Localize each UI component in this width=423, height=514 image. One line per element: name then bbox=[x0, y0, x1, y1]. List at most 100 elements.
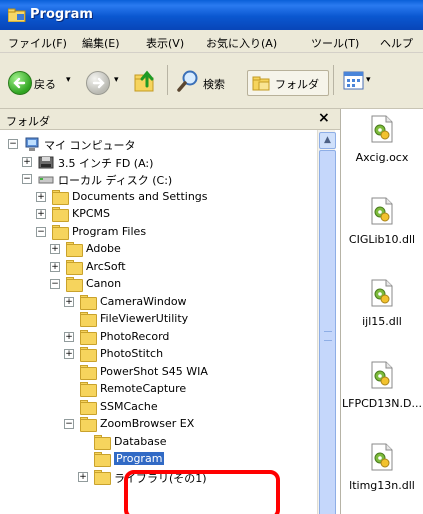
toolbar-separator bbox=[333, 65, 334, 95]
tree-item-label: Program bbox=[114, 452, 165, 465]
up-folder-icon[interactable] bbox=[133, 68, 159, 97]
folder-icon bbox=[94, 470, 111, 485]
grip-icon bbox=[324, 331, 332, 341]
folder-icon bbox=[94, 435, 111, 450]
forward-arrow-icon[interactable] bbox=[86, 71, 110, 95]
expand-icon[interactable]: + bbox=[50, 262, 60, 272]
folder-icon bbox=[80, 295, 97, 310]
menu-file[interactable]: ファイル(F) bbox=[8, 35, 67, 51]
folders-button-label: フォルダ bbox=[275, 78, 319, 91]
back-button-label[interactable]: 戻る bbox=[34, 76, 56, 92]
tree-item-label: ArcSoft bbox=[86, 260, 126, 273]
close-icon[interactable]: × bbox=[318, 110, 330, 126]
expand-icon[interactable]: + bbox=[50, 244, 60, 254]
folder-icon bbox=[94, 452, 111, 467]
scrollbar-thumb[interactable] bbox=[319, 150, 336, 514]
menu-bar: ファイル(F) 編集(E) 表示(V) お気に入り(A) ツール(T) ヘルプ bbox=[0, 30, 423, 53]
views-icon[interactable] bbox=[343, 71, 365, 94]
file-item[interactable]: CIGLib10.dll bbox=[341, 197, 423, 257]
file-list-pane: Axcig.ocx CIGLib10.dll ijl15.dll LFPCD13N.D… bbox=[341, 109, 423, 514]
toolbar: 戻る ▾ ▾ 検索 フォルダ ▾ bbox=[0, 53, 423, 109]
menu-help[interactable]: ヘルプ bbox=[380, 35, 413, 51]
folder-icon bbox=[80, 382, 97, 397]
file-name: CIGLib10.dll bbox=[348, 233, 416, 246]
dll-file-icon bbox=[370, 443, 394, 471]
toolbar-separator bbox=[167, 65, 168, 95]
tree-item-label: PhotoRecord bbox=[100, 330, 170, 343]
vertical-scrollbar[interactable]: ▲ bbox=[317, 130, 336, 514]
highlight-annotation bbox=[124, 470, 280, 514]
file-item[interactable]: LFPCD13N.D... bbox=[341, 361, 423, 421]
folder-icon bbox=[80, 312, 97, 327]
tree-item-label: ZoomBrowser EX bbox=[100, 417, 195, 430]
menu-tools[interactable]: ツール(T) bbox=[311, 35, 359, 51]
tree-item-label: CameraWindow bbox=[100, 295, 187, 308]
expand-icon[interactable]: + bbox=[64, 332, 74, 342]
tree-item-label: ローカル ディスク (C:) bbox=[58, 174, 173, 187]
folder-icon bbox=[66, 277, 83, 292]
expand-icon[interactable]: + bbox=[64, 349, 74, 359]
tree-item-label: KPCMS bbox=[72, 207, 111, 220]
back-arrow-icon[interactable] bbox=[8, 71, 32, 95]
tree-item-label: PhotoStitch bbox=[100, 347, 164, 360]
folders-pane-title: フォルダ bbox=[6, 115, 50, 128]
folders-pane-header: フォルダ × bbox=[0, 109, 340, 130]
my-computer-icon bbox=[24, 137, 40, 151]
menu-view[interactable]: 表示(V) bbox=[146, 35, 184, 51]
views-dropdown-icon[interactable]: ▾ bbox=[366, 75, 371, 85]
tree-item-label: Documents and Settings bbox=[72, 190, 208, 203]
folder-icon bbox=[80, 330, 97, 345]
folders-icon bbox=[252, 74, 272, 95]
dll-file-icon bbox=[370, 197, 394, 225]
explorer-window: Program ファイル(F) 編集(E) 表示(V) お気に入り(A) ツール… bbox=[0, 0, 423, 514]
folder-icon bbox=[7, 8, 26, 25]
folder-icon bbox=[80, 365, 97, 380]
dll-file-icon bbox=[370, 361, 394, 389]
folder-icon bbox=[66, 260, 83, 275]
folder-icon bbox=[52, 190, 69, 205]
tree-item-label: RemoteCapture bbox=[100, 382, 187, 395]
scroll-up-icon[interactable]: ▲ bbox=[319, 132, 336, 149]
collapse-icon[interactable]: − bbox=[64, 419, 74, 429]
expand-icon[interactable]: + bbox=[22, 157, 32, 167]
title-bar[interactable]: Program bbox=[0, 0, 423, 30]
expand-icon[interactable]: + bbox=[36, 192, 46, 202]
collapse-icon[interactable]: − bbox=[22, 174, 32, 184]
folders-button[interactable]: フォルダ bbox=[247, 70, 329, 96]
file-name: LFPCD13N.D... bbox=[342, 397, 422, 410]
dll-file-icon bbox=[370, 115, 394, 143]
file-item[interactable]: ijl15.dll bbox=[341, 279, 423, 339]
tree-item-label: Adobe bbox=[86, 242, 121, 255]
file-item[interactable]: Axcig.ocx bbox=[341, 115, 423, 175]
tree-item-label: Database bbox=[114, 435, 167, 448]
search-icon[interactable] bbox=[176, 69, 200, 96]
hard-disk-icon bbox=[38, 172, 54, 185]
tree-item-label: FileViewerUtility bbox=[100, 312, 189, 325]
menu-favorites[interactable]: お気に入り(A) bbox=[206, 35, 277, 51]
collapse-icon[interactable]: − bbox=[50, 279, 60, 289]
search-button-label[interactable]: 検索 bbox=[203, 76, 225, 92]
folder-icon bbox=[80, 347, 97, 362]
expand-icon[interactable]: + bbox=[64, 297, 74, 307]
menu-edit[interactable]: 編集(E) bbox=[82, 35, 120, 51]
expand-icon[interactable]: + bbox=[78, 472, 88, 482]
folder-icon bbox=[80, 400, 97, 415]
dll-file-icon bbox=[370, 279, 394, 307]
file-name: ijl15.dll bbox=[362, 315, 402, 328]
file-item[interactable]: ltimg13n.dll bbox=[341, 443, 423, 503]
tree-item-label: SSMCache bbox=[100, 400, 158, 413]
folders-pane: フォルダ × − マイ コンピュータ +3.5 インチ FD (A:) − ローカル デ… bbox=[0, 109, 341, 514]
collapse-icon[interactable]: − bbox=[36, 227, 46, 237]
expand-icon[interactable]: + bbox=[36, 209, 46, 219]
tree-item-label: Program Files bbox=[72, 225, 147, 238]
tree-item-label: Canon bbox=[86, 277, 122, 290]
back-dropdown-icon[interactable]: ▾ bbox=[66, 75, 71, 85]
floppy-drive-icon bbox=[38, 155, 54, 169]
folder-icon bbox=[80, 417, 97, 432]
file-name: ltimg13n.dll bbox=[349, 479, 415, 492]
window-title: Program bbox=[30, 7, 93, 22]
tree-item-label: マイ コンピュータ bbox=[44, 139, 136, 152]
collapse-icon[interactable]: − bbox=[8, 139, 18, 149]
file-name: Axcig.ocx bbox=[355, 151, 409, 164]
forward-dropdown-icon[interactable]: ▾ bbox=[114, 75, 119, 85]
